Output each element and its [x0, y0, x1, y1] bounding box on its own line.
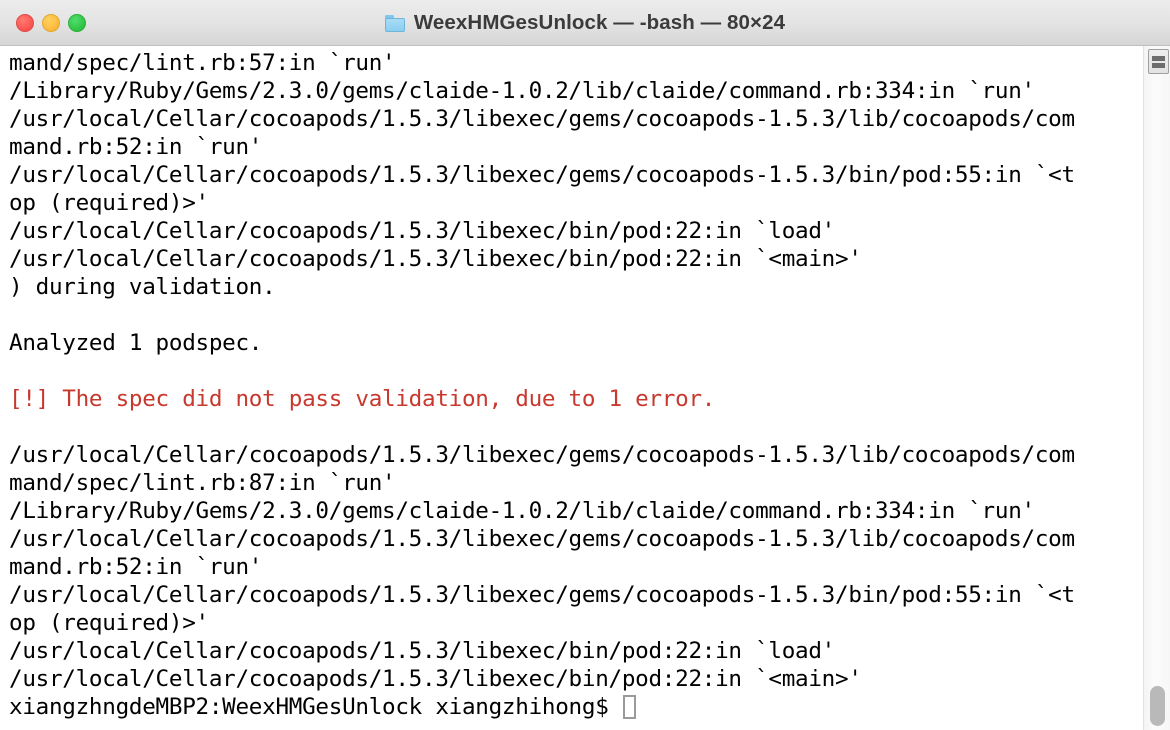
terminal-line: /usr/local/Cellar/cocoapods/1.5.3/libexe… [9, 246, 862, 272]
folder-icon [384, 14, 405, 32]
terminal-line: /usr/local/Cellar/cocoapods/1.5.3/libexe… [9, 582, 1075, 608]
vertical-scrollbar-thumb[interactable] [1150, 686, 1165, 726]
shell-prompt: xiangzhngdeMBP2:WeexHMGesUnlock xiangzhi… [9, 694, 622, 720]
terminal-line: mand/spec/lint.rb:87:in `run' [9, 470, 396, 496]
split-pane-icon[interactable] [1148, 49, 1169, 74]
terminal-prompt-line[interactable]: xiangzhngdeMBP2:WeexHMGesUnlock xiangzhi… [9, 693, 1137, 721]
terminal-window: WeexHMGesUnlock — -bash — 80×24 mand/spe… [0, 0, 1170, 730]
terminal-line: /usr/local/Cellar/cocoapods/1.5.3/libexe… [9, 218, 836, 244]
terminal-line: /usr/local/Cellar/cocoapods/1.5.3/libexe… [9, 526, 1075, 552]
window-title-group: WeexHMGesUnlock — -bash — 80×24 [0, 0, 1170, 46]
terminal-line: /usr/local/Cellar/cocoapods/1.5.3/libexe… [9, 666, 862, 692]
maximize-button-icon[interactable] [68, 14, 86, 32]
terminal-screen[interactable]: mand/spec/lint.rb:57:in `run'/Library/Ru… [9, 49, 1137, 721]
terminal-line: ) during validation. [9, 274, 276, 300]
minimize-button-icon[interactable] [42, 14, 60, 32]
terminal-line: op (required)>' [9, 190, 209, 216]
terminal-content-area[interactable]: mand/spec/lint.rb:57:in `run'/Library/Ru… [0, 46, 1170, 730]
terminal-line: /Library/Ruby/Gems/2.3.0/gems/claide-1.0… [9, 78, 1035, 104]
text-cursor [622, 695, 636, 719]
terminal-line: op (required)>' [9, 610, 209, 636]
terminal-line: mand.rb:52:in `run' [9, 134, 263, 160]
terminal-line: /usr/local/Cellar/cocoapods/1.5.3/libexe… [9, 638, 836, 664]
traffic-light-group [16, 14, 86, 32]
terminal-right-gutter [1143, 46, 1170, 730]
close-button-icon[interactable] [16, 14, 34, 32]
terminal-line: /usr/local/Cellar/cocoapods/1.5.3/libexe… [9, 106, 1075, 132]
terminal-error-line: [!] The spec did not pass validation, du… [9, 386, 716, 412]
terminal-line: /usr/local/Cellar/cocoapods/1.5.3/libexe… [9, 162, 1075, 188]
window-titlebar[interactable]: WeexHMGesUnlock — -bash — 80×24 [0, 0, 1170, 46]
terminal-line: /usr/local/Cellar/cocoapods/1.5.3/libexe… [9, 442, 1075, 468]
terminal-line: /Library/Ruby/Gems/2.3.0/gems/claide-1.0… [9, 498, 1035, 524]
window-title: WeexHMGesUnlock — -bash — 80×24 [413, 11, 786, 34]
terminal-line: mand.rb:52:in `run' [9, 554, 263, 580]
terminal-line: mand/spec/lint.rb:57:in `run' [9, 50, 396, 76]
terminal-line: Analyzed 1 podspec. [9, 330, 263, 356]
